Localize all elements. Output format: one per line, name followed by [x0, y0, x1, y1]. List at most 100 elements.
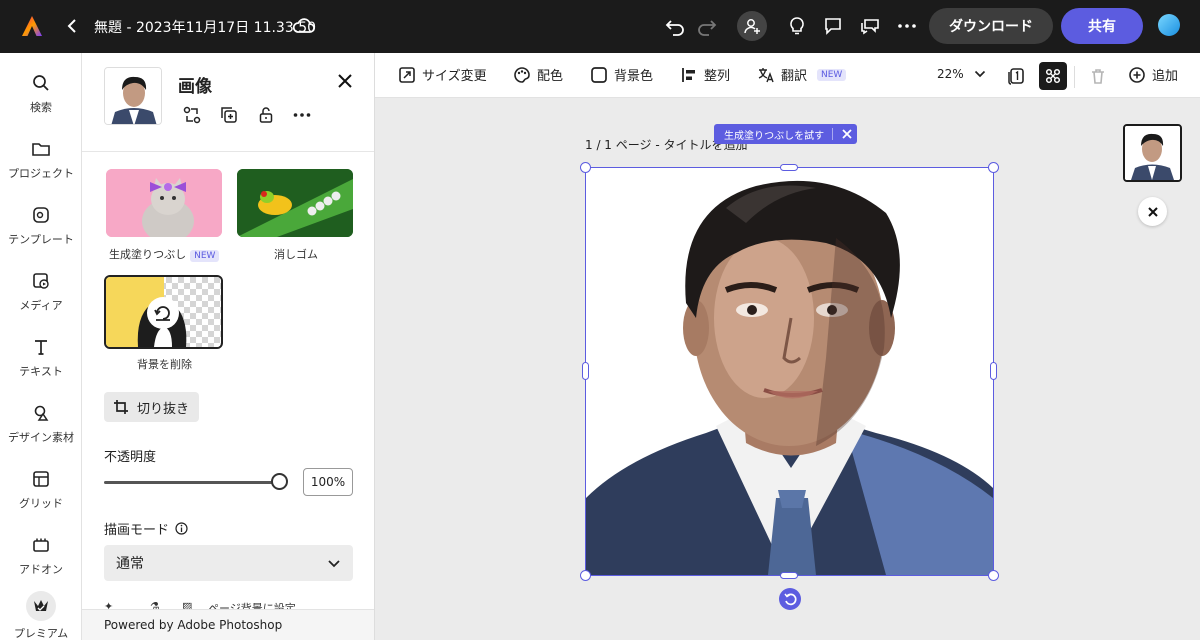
resize-handle-top-left[interactable] [580, 162, 591, 173]
blend-mode-label: 描画モード [104, 519, 188, 538]
rail-item-addons[interactable]: アドオン [0, 535, 82, 585]
download-button[interactable]: ダウンロード [929, 8, 1053, 44]
image-properties-panel: 画像 生成塗りつぶし NEW 消しゴム 背景を削除 切り抜き 不透明度 100%… [82, 53, 375, 640]
palette-label: 配色 [537, 69, 564, 84]
remove-background-label: 背景を削除 [137, 358, 192, 371]
rail-item-projects[interactable]: プロジェクト [0, 139, 82, 189]
canvas-image-portrait[interactable] [586, 168, 993, 575]
replace-image-icon[interactable] [182, 105, 202, 125]
opacity-slider-track[interactable] [104, 481, 279, 484]
rail-label: デザイン素材 [8, 431, 74, 444]
search-icon [33, 75, 49, 91]
redo-icon[interactable] [694, 13, 720, 39]
lightbulb-icon[interactable] [784, 13, 810, 39]
zoom-dropdown[interactable]: 22% [937, 67, 986, 81]
duplicate-icon[interactable] [219, 105, 239, 125]
powered-by-footer: Powered by Adobe Photoshop [82, 609, 374, 640]
add-label: 追加 [1152, 69, 1179, 84]
opacity-input[interactable]: 100% [303, 468, 353, 496]
animation-icon[interactable] [1039, 62, 1067, 90]
align-label: 整列 [704, 69, 731, 84]
user-avatar[interactable] [1158, 14, 1180, 36]
remove-background-card[interactable] [104, 275, 223, 349]
generative-fill-label: 生成塗りつぶし NEW [109, 246, 220, 262]
eraser-label: 消しゴム [274, 248, 318, 261]
resize-handle-bottom-right[interactable] [988, 570, 999, 581]
rail-item-media[interactable]: メディア [0, 271, 82, 321]
divider [82, 151, 374, 152]
rail-label: テンプレート [8, 233, 74, 246]
undo-icon[interactable] [662, 13, 688, 39]
resize-handle-top-right[interactable] [988, 162, 999, 173]
page-count-icon[interactable] [1002, 62, 1030, 90]
chevron-down-icon [974, 70, 985, 78]
background-color-button[interactable]: 背景色 [590, 65, 653, 84]
document-title[interactable]: 無題 - 2023年11月17日 11.33.50 [94, 17, 316, 37]
background-color-icon [591, 66, 607, 83]
rail-item-grid[interactable]: グリッド [0, 469, 82, 519]
close-icon[interactable] [841, 128, 853, 140]
resize-handle-left[interactable] [582, 362, 589, 380]
rail-label: メディア [19, 299, 63, 312]
page-thumbnail[interactable] [1123, 124, 1182, 182]
chevron-down-icon [328, 559, 340, 567]
resize-handle-top[interactable] [780, 164, 798, 171]
divider [1074, 66, 1075, 88]
palette-button[interactable]: 配色 [513, 65, 563, 84]
rail-item-premium[interactable]: プレミアム [0, 591, 82, 640]
more-options-icon[interactable] [894, 13, 920, 39]
background-color-label: 背景色 [614, 69, 654, 84]
rail-item-design-assets[interactable]: デザイン素材 [0, 403, 82, 453]
rail-item-templates[interactable]: テンプレート [0, 205, 82, 255]
divider [832, 128, 834, 140]
text-icon [35, 340, 47, 355]
rail-label: アドオン [19, 563, 63, 576]
info-icon[interactable] [175, 522, 188, 535]
align-icon [682, 67, 695, 82]
close-icon[interactable] [336, 72, 354, 90]
resize-handle-bottom-left[interactable] [580, 570, 591, 581]
shapes-icon [34, 405, 49, 421]
rail-label: プレミアム [13, 627, 69, 640]
generative-fill-pill[interactable]: 生成塗りつぶしを試す [714, 124, 858, 144]
resize-handle-bottom[interactable] [780, 572, 798, 579]
blend-mode-select[interactable]: 通常 [104, 545, 353, 581]
close-icon[interactable] [1138, 197, 1167, 226]
translate-icon [758, 67, 774, 82]
crop-label: 切り抜き [137, 401, 190, 417]
opacity-label: 不透明度 [104, 450, 157, 465]
rail-label: 検索 [30, 101, 52, 114]
more-options-icon[interactable] [292, 105, 312, 125]
opacity-slider-thumb[interactable] [271, 473, 288, 490]
trash-icon[interactable] [1084, 62, 1112, 90]
crop-button[interactable]: 切り抜き [104, 392, 199, 422]
share-review-icon[interactable] [857, 13, 883, 39]
translate-button[interactable]: 翻訳 NEW [757, 65, 847, 84]
add-button[interactable]: 追加 [1128, 65, 1178, 84]
generative-fill-card[interactable] [106, 169, 222, 237]
back-chevron-icon[interactable] [62, 14, 82, 38]
resize-label: サイズ変更 [422, 69, 487, 84]
resize-button[interactable]: サイズ変更 [398, 65, 487, 84]
lock-icon[interactable] [256, 105, 276, 125]
rail-item-search[interactable]: 検索 [0, 73, 82, 123]
rail-item-text[interactable]: テキスト [0, 337, 82, 387]
blend-mode-text: 描画モード [104, 523, 170, 538]
comment-icon[interactable] [820, 13, 846, 39]
adobe-express-logo-icon[interactable] [20, 14, 44, 38]
canvas-toolbar: サイズ変更 配色 背景色 整列 翻訳 NEW 22% 追加 [375, 53, 1200, 98]
invite-collaborator-icon[interactable] [737, 11, 767, 41]
crop-icon [114, 400, 128, 414]
resize-handle-right[interactable] [990, 362, 997, 380]
left-rail: 検索 プロジェクト テンプレート メディア テキスト デザイン素材 グリッド ア… [0, 53, 82, 640]
zoom-value: 22% [937, 67, 964, 81]
share-button[interactable]: 共有 [1061, 8, 1143, 44]
rotate-handle-icon[interactable] [779, 588, 801, 610]
panel-title: 画像 [178, 77, 212, 97]
cloud-sync-icon[interactable] [292, 15, 316, 37]
align-button[interactable]: 整列 [680, 65, 730, 84]
blend-mode-value: 通常 [116, 556, 144, 572]
generative-fill-pill-label: 生成塗りつぶしを試す [724, 130, 825, 142]
eraser-card[interactable] [237, 169, 353, 237]
media-icon [33, 273, 49, 289]
